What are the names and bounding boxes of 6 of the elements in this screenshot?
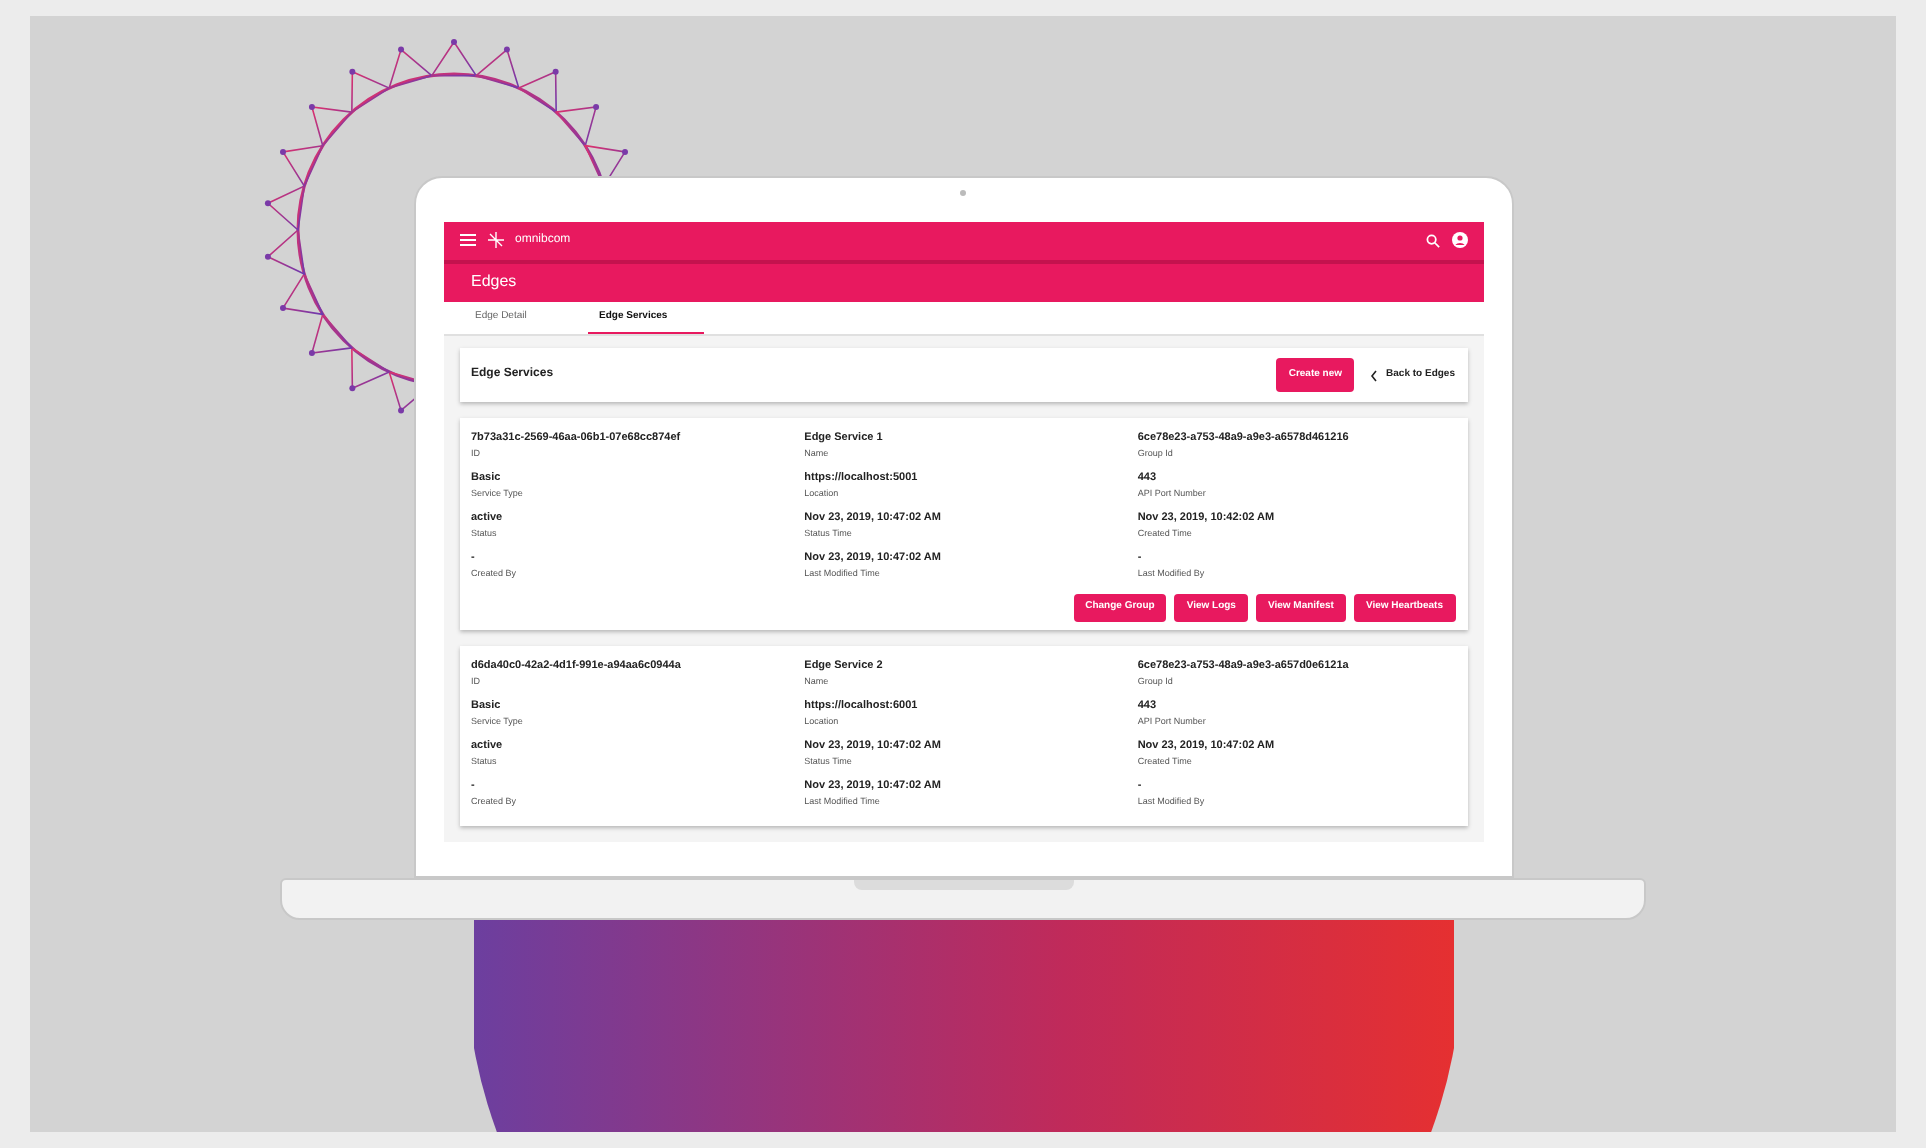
logo-icon [487, 232, 503, 249]
chevron-left-icon [1370, 369, 1379, 381]
search-icon[interactable] [1425, 233, 1439, 248]
page-title: Edges [471, 270, 517, 295]
account-icon[interactable] [1451, 232, 1467, 249]
menu-icon [459, 234, 475, 247]
